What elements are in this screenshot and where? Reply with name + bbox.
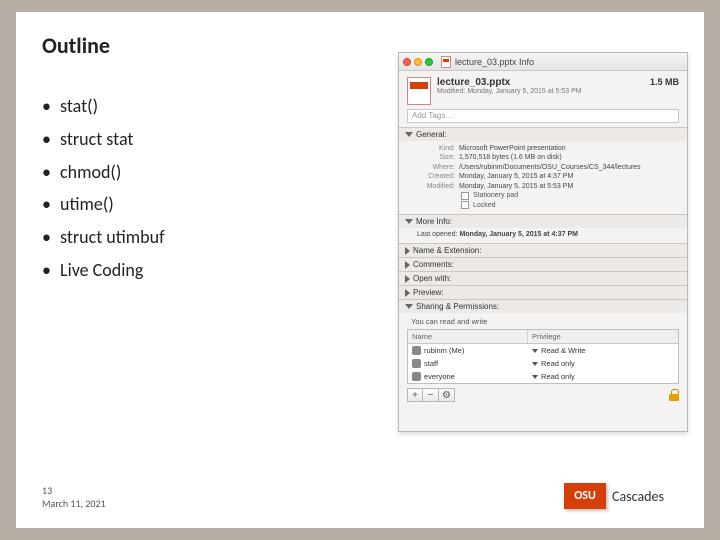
size-value: 1,570,518 bytes (1.6 MB on disk) xyxy=(459,153,679,162)
table-row[interactable]: rubinm (Me) Read & Write xyxy=(408,344,678,357)
section-label: General: xyxy=(416,130,447,139)
logo-text: Cascades xyxy=(612,488,664,505)
section-more-info: More Info: Last opened: Monday, January … xyxy=(399,214,687,243)
user-icon xyxy=(412,346,421,355)
col-privilege: Privilege xyxy=(528,330,678,343)
file-size: 1.5 MB xyxy=(650,77,679,87)
stationery-label: Stationery pad xyxy=(473,191,518,200)
section-header-general[interactable]: General: xyxy=(399,128,687,141)
section-label: Comments: xyxy=(413,260,454,269)
section-header-sharing[interactable]: Sharing & Permissions: xyxy=(399,300,687,313)
dropdown-icon[interactable] xyxy=(532,375,538,379)
locked-label: Locked xyxy=(473,201,496,210)
info-window: lecture_03.pptx Info lecture_03.pptx Mod… xyxy=(398,52,688,432)
dropdown-icon[interactable] xyxy=(532,362,538,366)
size-label: Size: xyxy=(417,153,459,162)
section-header-comments[interactable]: Comments: xyxy=(399,258,687,271)
remove-user-button[interactable]: − xyxy=(423,388,439,402)
table-row[interactable]: staff Read only xyxy=(408,357,678,370)
created-value: Monday, January 5, 2015 at 4:37 PM xyxy=(459,172,679,181)
list-item: struct stat xyxy=(42,125,165,154)
privilege-value: Read only xyxy=(541,372,575,381)
info-header: lecture_03.pptx Modified: Monday, Januar… xyxy=(399,71,687,109)
user-name: everyone xyxy=(424,372,455,381)
slide-date: March 11, 2021 xyxy=(42,497,106,510)
modified-line: Modified: Monday, January 5, 2015 at 5:5… xyxy=(437,88,644,95)
file-name: lecture_03.pptx xyxy=(437,77,644,88)
col-name: Name xyxy=(408,330,528,343)
last-opened-value: Monday, January 5, 2015 at 4:37 PM xyxy=(459,231,578,238)
modified-value: Monday, January 5, 2015 at 5:53 PM xyxy=(459,182,679,191)
user-name: rubinm (Me) xyxy=(424,346,464,355)
lock-icon[interactable] xyxy=(669,389,679,401)
disclosure-triangle-icon[interactable] xyxy=(405,275,410,283)
section-header-preview[interactable]: Preview: xyxy=(399,286,687,299)
add-tags-field[interactable]: Add Tags… xyxy=(407,109,679,123)
bullet-list: stat() struct stat chmod() utime() struc… xyxy=(42,92,165,289)
list-item: utime() xyxy=(42,190,165,219)
slide-footer: 13 March 11, 2021 xyxy=(42,484,106,510)
traffic-lights xyxy=(403,58,433,66)
last-opened-label: Last opened: xyxy=(417,231,457,238)
section-label: Name & Extension: xyxy=(413,246,481,255)
file-icon xyxy=(407,77,431,105)
user-name: staff xyxy=(424,359,438,368)
titlebar[interactable]: lecture_03.pptx Info xyxy=(399,53,687,71)
permissions-message: You can read and write xyxy=(407,317,679,326)
section-label: Sharing & Permissions: xyxy=(416,302,499,311)
close-icon[interactable] xyxy=(403,58,411,66)
section-general: General: Kind:Microsoft PowerPoint prese… xyxy=(399,127,687,214)
minimize-icon[interactable] xyxy=(414,58,422,66)
disclosure-triangle-icon[interactable] xyxy=(405,289,410,297)
action-button[interactable]: ⚙ xyxy=(439,388,455,402)
table-row[interactable]: everyone Read only xyxy=(408,370,678,383)
privilege-value: Read & Write xyxy=(541,346,585,355)
section-label: More Info: xyxy=(416,217,452,226)
kind-value: Microsoft PowerPoint presentation xyxy=(459,144,679,153)
where-label: Where: xyxy=(417,163,459,172)
file-icon xyxy=(441,56,451,68)
group-icon xyxy=(412,372,421,381)
permissions-table: Name Privilege rubinm (Me) Read & Write … xyxy=(407,329,679,384)
disclosure-triangle-icon[interactable] xyxy=(405,247,410,255)
window-title: lecture_03.pptx Info xyxy=(455,57,534,67)
section-header-open-with[interactable]: Open with: xyxy=(399,272,687,285)
group-icon xyxy=(412,359,421,368)
section-header-name-ext[interactable]: Name & Extension: xyxy=(399,244,687,257)
section-label: Open with: xyxy=(413,274,451,283)
disclosure-triangle-icon[interactable] xyxy=(405,132,413,137)
slide: Outline stat() struct stat chmod() utime… xyxy=(16,12,704,528)
osu-cascades-logo: OSU Cascades xyxy=(564,480,684,512)
section-sharing: Sharing & Permissions: You can read and … xyxy=(399,299,687,408)
disclosure-triangle-icon[interactable] xyxy=(405,219,413,224)
section-label: Preview: xyxy=(413,288,444,297)
created-label: Created: xyxy=(417,172,459,181)
where-value: /Users/rubinm/Documents/OSU_Courses/CS_3… xyxy=(459,163,679,172)
locked-checkbox[interactable] xyxy=(461,201,469,209)
dropdown-icon[interactable] xyxy=(532,349,538,353)
list-item: chmod() xyxy=(42,158,165,187)
disclosure-triangle-icon[interactable] xyxy=(405,261,410,269)
disclosure-triangle-icon[interactable] xyxy=(405,304,413,309)
list-item: stat() xyxy=(42,92,165,121)
kind-label: Kind: xyxy=(417,144,459,153)
add-user-button[interactable]: + xyxy=(407,388,423,402)
stationery-checkbox[interactable] xyxy=(461,192,469,200)
page-number: 13 xyxy=(42,484,106,497)
modified-label: Modified: xyxy=(417,182,459,191)
logo-badge: OSU xyxy=(564,483,606,509)
list-item: Live Coding xyxy=(42,256,165,285)
zoom-icon[interactable] xyxy=(425,58,433,66)
list-item: struct utimbuf xyxy=(42,223,165,252)
section-header-more-info[interactable]: More Info: xyxy=(399,215,687,228)
gear-icon: ⚙ xyxy=(442,390,451,401)
privilege-value: Read only xyxy=(541,359,575,368)
slide-title: Outline xyxy=(42,32,110,59)
